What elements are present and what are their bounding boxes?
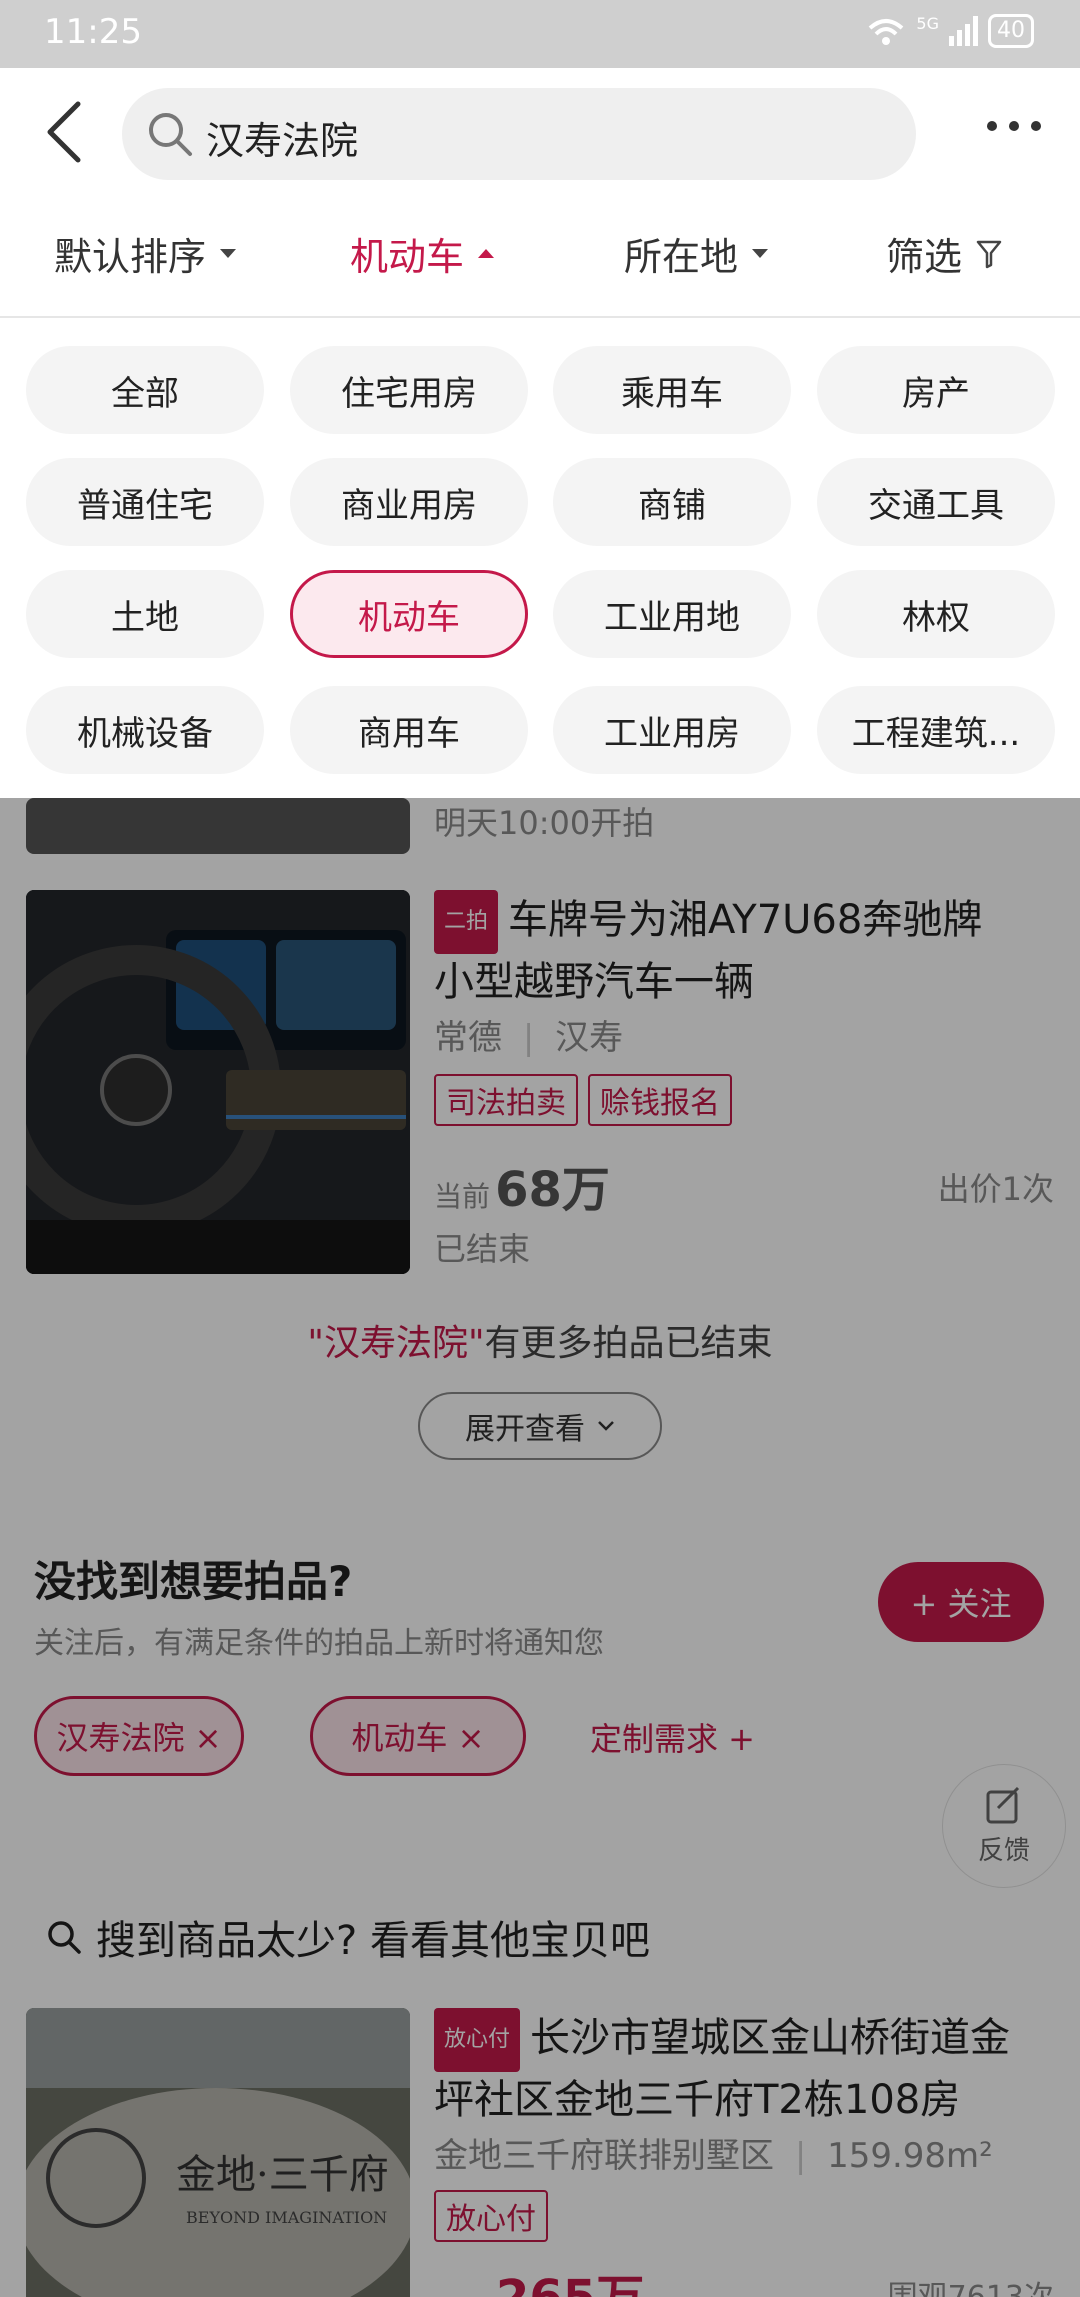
item-city: 常德 xyxy=(434,1018,502,1058)
recommend-price: 265万 xyxy=(496,2258,644,2297)
recommend-header-text: 搜到商品太少? 看看其他宝贝吧 xyxy=(96,1918,650,1964)
recommend-views: 围观7613次 xyxy=(888,2272,1054,2297)
more-icon[interactable] xyxy=(984,116,1044,136)
item-price: 当前 68万 xyxy=(434,1150,610,1220)
search-query: 汉寿法院 xyxy=(206,119,359,163)
more-ended-notice: "汉寿法院"有更多拍品已结束 xyxy=(0,1314,1080,1366)
more-ended-text: 有更多拍品已结束 xyxy=(484,1323,773,1364)
tab-filter-label: 筛选 xyxy=(886,235,963,279)
chevron-down-icon xyxy=(752,249,769,258)
chip-land[interactable]: 土地 xyxy=(26,570,264,658)
status-bar: 11:25 5G 40 xyxy=(0,0,1080,68)
price-prefix: 当前 xyxy=(434,1180,491,1213)
chip-commercial-vehicle[interactable]: 商用车 xyxy=(290,686,528,774)
feedback-label: 反馈 xyxy=(977,1835,1030,1866)
item-location: 常德 | 汉寿 xyxy=(434,1018,624,1058)
network-label: 5G xyxy=(916,14,939,33)
status-icons: 5G 40 xyxy=(866,14,1034,48)
subscribe-title: 没找到想要拍品? xyxy=(34,1557,353,1606)
car-interior-image xyxy=(26,890,410,1274)
edit-icon xyxy=(986,1786,1020,1823)
keyword-tag-court[interactable]: 汉寿法院 × xyxy=(34,1696,244,1776)
item-title: 二拍 车牌号为湘AY7U68奔驰牌 小型越野汽车一辆 xyxy=(434,890,1054,1010)
property-stone-image: 金地·三千府 BEYOND IMAGINATION xyxy=(26,2008,410,2297)
back-icon[interactable] xyxy=(40,100,88,164)
results-content: 明天10:00开拍 二拍 车牌号为湘AY7U68奔驰牌 小型越野汽车一辆 常德 … xyxy=(0,798,1080,2297)
tab-sort-label: 默认排序 xyxy=(54,235,207,279)
tab-location-label: 所在地 xyxy=(624,235,739,279)
filter-icon xyxy=(976,240,1002,268)
chip-construction[interactable]: 工程建筑... xyxy=(817,686,1055,774)
filter-bar: 默认排序 机动车 所在地 筛选 xyxy=(0,198,1080,318)
item-status: 明天10:00开拍 xyxy=(434,804,655,842)
recommend-meta: 金地三千府联排别墅区 | 159.98m² xyxy=(434,2136,993,2176)
auction-search-page: 11:25 5G 40 汉寿法院 默认排序 机动车 所在地 筛选 全部 住宅用房… xyxy=(0,0,1080,2297)
community-name: 金地三千府联排别墅区 xyxy=(434,2136,774,2176)
item-district: 汉寿 xyxy=(555,1018,624,1058)
chip-transport[interactable]: 交通工具 xyxy=(817,458,1055,546)
item-title-line2: 小型越野汽车一辆 xyxy=(434,959,754,1005)
subscribe-subtitle: 关注后，有满足条件的拍品上新时将通知您 xyxy=(34,1626,604,1661)
recommend-title-line1: 长沙市望城区金山桥街道金 xyxy=(530,2015,1011,2061)
search-icon xyxy=(149,113,192,156)
custom-demand-link[interactable]: 定制需求 + xyxy=(590,1714,755,1760)
keyword-tag-vehicle[interactable]: 机动车 × xyxy=(310,1696,526,1776)
bid-count: 出价1次 xyxy=(937,1170,1054,1208)
item-tags: 司法拍卖 赊钱报名 xyxy=(434,1074,742,1126)
chevron-down-icon xyxy=(220,249,237,258)
search-header: 汉寿法院 xyxy=(0,68,1080,198)
recommend-title: 放心付 长沙市望城区金山桥街道金 坪社区金地三千府T2栋108房 xyxy=(434,2008,1054,2128)
tag-judicial-auction: 司法拍卖 xyxy=(434,1074,578,1126)
search-icon xyxy=(48,1921,81,1954)
tab-category[interactable]: 机动车 xyxy=(350,226,495,281)
tab-location[interactable]: 所在地 xyxy=(624,226,769,281)
chip-forest-right[interactable]: 林权 xyxy=(817,570,1055,658)
tab-category-label: 机动车 xyxy=(350,235,465,279)
round-badge: 二拍 xyxy=(434,890,499,954)
chip-shop[interactable]: 商铺 xyxy=(553,458,791,546)
chip-motor-vehicle[interactable]: 机动车 xyxy=(290,570,528,658)
item-title-line1: 车牌号为湘AY7U68奔驰牌 xyxy=(508,897,983,943)
chip-industrial-land[interactable]: 工业用地 xyxy=(553,570,791,658)
expand-label: 展开查看 xyxy=(465,1412,585,1447)
chip-industrial-housing[interactable]: 工业用房 xyxy=(553,686,791,774)
follow-button[interactable]: + 关注 xyxy=(878,1562,1044,1642)
recommend-tags: 放心付 xyxy=(434,2190,558,2242)
svg-text:金地·三千府: 金地·三千府 xyxy=(176,2152,389,2198)
search-input[interactable]: 汉寿法院 xyxy=(122,88,916,180)
battery-icon: 40 xyxy=(988,14,1034,48)
chip-machinery[interactable]: 机械设备 xyxy=(26,686,264,774)
svg-text:BEYOND IMAGINATION: BEYOND IMAGINATION xyxy=(186,2208,387,2227)
feedback-button[interactable]: 反馈 xyxy=(942,1764,1066,1888)
car-thumbnail[interactable] xyxy=(26,890,410,1274)
chip-passenger-car[interactable]: 乘用车 xyxy=(553,346,791,434)
status-time: 11:25 xyxy=(44,12,142,52)
tab-filter[interactable]: 筛选 xyxy=(886,226,1002,281)
tab-sort[interactable]: 默认排序 xyxy=(54,226,237,281)
item-thumbnail[interactable] xyxy=(26,798,410,854)
property-thumbnail[interactable]: 金地·三千府 BEYOND IMAGINATION xyxy=(26,2008,410,2297)
chip-property[interactable]: 房产 xyxy=(817,346,1055,434)
signal-icon xyxy=(949,16,978,46)
chip-residential[interactable]: 住宅用房 xyxy=(290,346,528,434)
recommend-header: 搜到商品太少? 看看其他宝贝吧 xyxy=(44,1908,650,1966)
safe-pay-badge: 放心付 xyxy=(434,2008,521,2072)
chevron-up-icon xyxy=(478,249,495,258)
chip-all[interactable]: 全部 xyxy=(26,346,264,434)
more-ended-keyword: "汉寿法院" xyxy=(307,1323,485,1364)
price-value: 68万 xyxy=(495,1162,610,1218)
wifi-icon xyxy=(869,19,904,45)
category-dropdown: 全部 住宅用房 乘用车 房产 普通住宅 商业用房 商铺 交通工具 土地 机动车 … xyxy=(0,318,1080,798)
tag-credit-signup: 赊钱报名 xyxy=(588,1074,732,1126)
item-end-status: 已结束 xyxy=(434,1230,531,1268)
property-area: 159.98m² xyxy=(827,2136,993,2176)
expand-button[interactable]: 展开查看 xyxy=(418,1392,662,1460)
chip-ordinary-residence[interactable]: 普通住宅 xyxy=(26,458,264,546)
chip-commercial-housing[interactable]: 商业用房 xyxy=(290,458,528,546)
tag-safe-pay: 放心付 xyxy=(434,2190,548,2242)
chevron-down-icon xyxy=(598,1421,614,1431)
recommend-title-line2: 坪社区金地三千府T2栋108房 xyxy=(434,2077,961,2123)
